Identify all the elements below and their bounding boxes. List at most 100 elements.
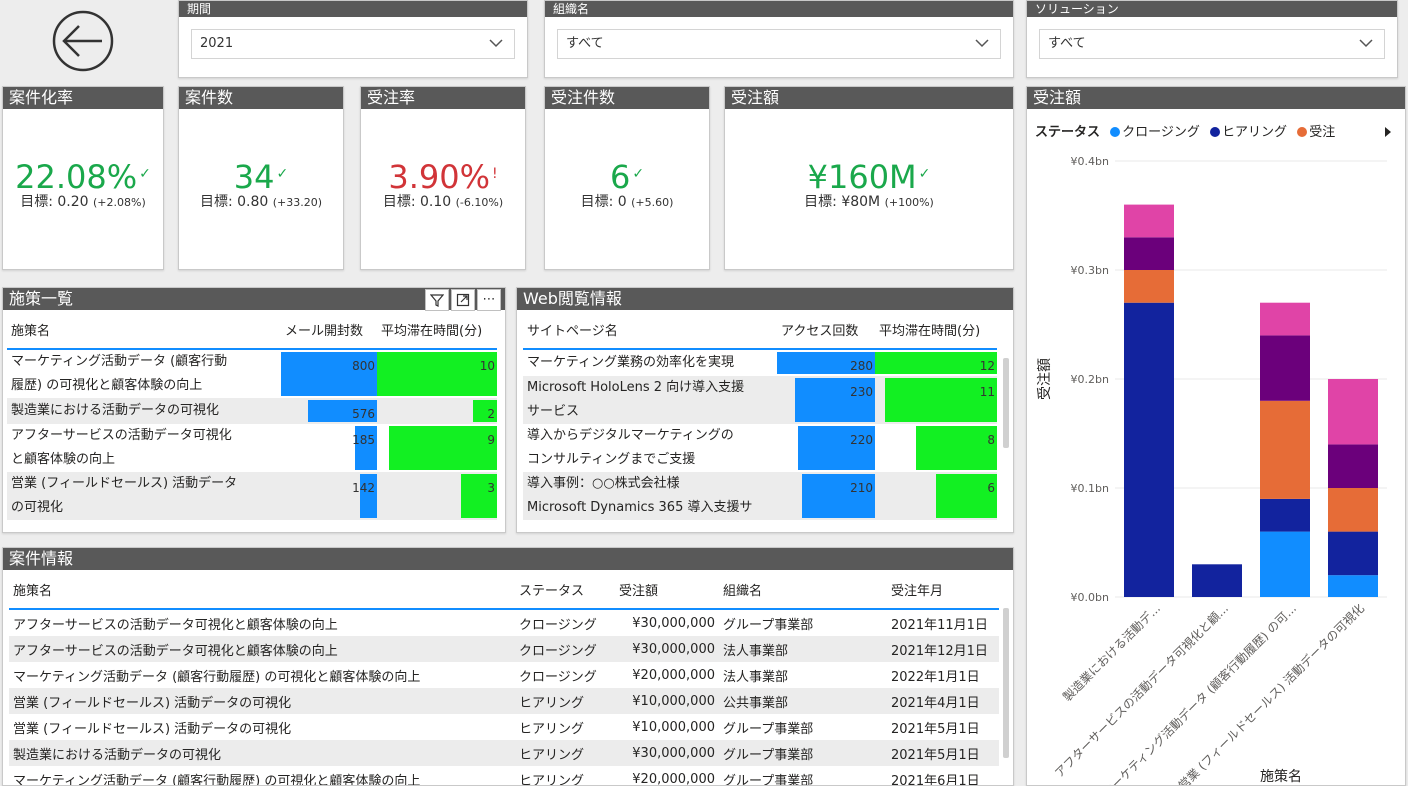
- deal-amount: ¥10,000,000: [632, 719, 715, 735]
- deal-org: グループ事業部: [723, 747, 814, 763]
- deal-measure-name: アフターサービスの活動データ可視化と顧客体験の向上: [13, 643, 338, 659]
- bar-segment: [1328, 488, 1378, 532]
- kpi-card-win-rate[interactable]: 受注率 3.90%! 目標: 0.10 (-6.10%): [360, 86, 526, 270]
- deal-order-date: 2021年5月1日: [891, 747, 980, 763]
- bar-segment: [1260, 400, 1310, 499]
- deal-org: グループ事業部: [723, 721, 814, 737]
- deal-measure-name: アフターサービスの活動データ可視化と顧客体験の向上: [13, 617, 338, 633]
- col-header-access-count[interactable]: アクセス回数: [777, 310, 875, 348]
- col-header-status[interactable]: ステータス: [515, 570, 615, 608]
- deal-org: 法人事業部: [723, 643, 789, 659]
- kpi-card-won-amount[interactable]: 受注額 ¥160M ✓ 目標: ¥80M (+100%): [724, 86, 1014, 270]
- web-table-scrollbar[interactable]: [1003, 358, 1009, 448]
- table-row[interactable]: 営業 (フィールドセールス) 活動データの可視化 ヒアリング ¥10,000,000…: [9, 714, 999, 740]
- table-row[interactable]: 導入事例：○○株式会社様 Microsoft Dynamics 365 導入支援サ…: [523, 472, 997, 520]
- period-value: 2021: [200, 36, 234, 51]
- kpi-title: 案件数: [179, 87, 343, 109]
- deals-table: 施策名 ステータス 受注額 組織名 受注年月 アフターサービスの活動データ可視化…: [9, 570, 999, 786]
- deals-title: 案件情報: [3, 548, 1013, 570]
- deals-table-scrollbar[interactable]: [1003, 608, 1009, 758]
- mail-opens-cell: 576: [281, 398, 377, 424]
- col-header-site-page[interactable]: サイトページ名: [523, 310, 777, 348]
- deal-order-date: 2021年4月1日: [891, 695, 980, 711]
- org-slicer-label: 組織名: [545, 1, 1013, 17]
- table-row[interactable]: マーケティング活動データ (顧客行動 履歴) の可視化と顧客体験の向上 800 1…: [7, 350, 497, 398]
- col-header-amount[interactable]: 受注額: [615, 570, 719, 608]
- avg-stay-cell: 6: [875, 472, 997, 520]
- period-dropdown[interactable]: 2021: [191, 29, 515, 59]
- table-row[interactable]: 営業 (フィールドセールス) 活動データの可視化 ヒアリング ¥10,000,000…: [9, 688, 999, 714]
- table-row[interactable]: アフターサービスの活動データ可視化と顧客体験の向上 クロージング ¥30,000,0…: [9, 610, 999, 636]
- y-tick-label: ¥0.3bn: [1071, 264, 1109, 277]
- org-dropdown[interactable]: すべて: [557, 29, 1001, 59]
- avg-stay-cell: 9: [377, 424, 497, 472]
- table-row[interactable]: マーケティング業務の効率化を実現 280 12: [523, 350, 997, 376]
- col-header-measure[interactable]: 施策名: [9, 570, 515, 608]
- bar-segment: [1124, 270, 1174, 303]
- table-row[interactable]: 導入からデジタルマーケティングの コンサルティングまでご支援 220 8: [523, 424, 997, 472]
- col-header-mail-opens[interactable]: メール開封数: [281, 310, 377, 348]
- solution-dropdown[interactable]: すべて: [1039, 29, 1385, 59]
- avg-stay-bar: [875, 352, 997, 374]
- access-count-cell: 210: [777, 472, 875, 520]
- deal-amount: ¥20,000,000: [632, 667, 715, 683]
- kpi-title: 受注件数: [545, 87, 709, 109]
- focus-mode-button[interactable]: [451, 289, 475, 311]
- mail-opens-cell: 185: [281, 424, 377, 472]
- deal-measure-name: マーケティング活動データ (顧客行動履歴) の可視化と顧客体験の向上: [13, 773, 421, 786]
- kpi-card-deal-count[interactable]: 案件数 34 ✓ 目標: 0.80 (+33.20): [178, 86, 344, 270]
- col-header-order-date[interactable]: 受注年月: [887, 570, 999, 608]
- avg-stay-cell: 11: [875, 376, 997, 424]
- col-header-org[interactable]: 組織名: [719, 570, 887, 608]
- deal-status: クロージング: [519, 669, 597, 685]
- org-value: すべて: [566, 36, 604, 51]
- table-row[interactable]: マーケティング活動データ (顧客行動履歴) の可視化と顧客体験の向上 クロージング…: [9, 662, 999, 688]
- legend-item-hearing[interactable]: ヒアリング: [1204, 125, 1287, 140]
- amount-chart-visual: 受注額 ステータス クロージング ヒアリング 受注 ¥0.0bn ¥0.1bn ¥0…: [1026, 86, 1406, 786]
- deal-amount: ¥30,000,000: [632, 745, 715, 761]
- filter-icon: [429, 294, 445, 307]
- expand-icon: [456, 293, 470, 307]
- deal-status: クロージング: [519, 617, 597, 633]
- web-table: サイトページ名 アクセス回数 平均滞在時間(分) マーケティング業務の効率化を実…: [523, 310, 997, 520]
- deal-measure-name: マーケティング活動データ (顧客行動履歴) の可視化と顧客体験の向上: [13, 669, 421, 685]
- deal-org: 公共事業部: [723, 695, 789, 711]
- deal-org: 法人事業部: [723, 669, 789, 685]
- deal-measure-name: 営業 (フィールドセールス) 活動データの可視化: [13, 695, 292, 711]
- deal-measure-name: 営業 (フィールドセールス) 活動データの可視化: [13, 721, 292, 737]
- deal-order-date: 2022年1月1日: [891, 669, 980, 685]
- kpi-value: 3.90%!: [388, 158, 498, 196]
- col-header-avg-stay[interactable]: 平均滞在時間(分): [875, 310, 997, 348]
- table-row[interactable]: アフターサービスの活動データ可視化と顧客体験の向上 クロージング ¥30,000,0…: [9, 636, 999, 662]
- table-row[interactable]: 営業 (フィールドセールス) 活動データ の可視化 142 3: [7, 472, 497, 520]
- kpi-target: 目標: 0.80 (+33.20): [199, 194, 323, 210]
- table-row[interactable]: Microsoft HoloLens 2 向け導入支援 サービス 230 11: [523, 376, 997, 424]
- legend-next-icon[interactable]: [1385, 127, 1391, 137]
- table-row[interactable]: マーケティング活動データ (顧客行動履歴) の可視化と顧客体験の向上 ヒアリング ¥…: [9, 766, 999, 786]
- deal-status: ヒアリング: [519, 721, 585, 737]
- col-header-measure[interactable]: 施策名: [7, 310, 281, 348]
- kpi-card-conversion-rate[interactable]: 案件化率 22.08% ✓ 目標: 0.20 (+2.08%): [2, 86, 164, 270]
- avg-stay-cell: 12: [875, 350, 997, 376]
- chevron-down-icon: [975, 39, 989, 48]
- web-table-visual: Web閲覧情報 サイトページ名 アクセス回数 平均滞在時間(分) マーケティング…: [516, 287, 1014, 533]
- more-options-button[interactable]: ⋯: [477, 289, 501, 311]
- mail-opens-cell: 800: [281, 350, 377, 398]
- legend-item-closing[interactable]: クロージング: [1104, 125, 1200, 140]
- col-header-avg-stay[interactable]: 平均滞在時間(分): [377, 310, 497, 348]
- kpi-card-won-count[interactable]: 受注件数 6 ✓ 目標: 0 (+5.60): [544, 86, 710, 270]
- check-icon: ✓: [918, 166, 931, 182]
- table-row[interactable]: 製造業における活動データの可視化 576 2: [7, 398, 497, 424]
- back-button[interactable]: [50, 8, 116, 74]
- back-arrow-icon: [52, 10, 114, 72]
- solution-value: すべて: [1048, 36, 1086, 51]
- legend-item-won[interactable]: 受注: [1291, 125, 1335, 140]
- filter-button[interactable]: [425, 289, 449, 311]
- table-row[interactable]: アフターサービスの活動データ可視化 と顧客体験の向上 185 9: [7, 424, 497, 472]
- kpi-target: 目標: 0 (+5.60): [580, 194, 674, 210]
- table-row[interactable]: 製造業における活動データの可視化 ヒアリング ¥30,000,000 グループ事業部 2…: [9, 740, 999, 766]
- bar-segment: [1328, 575, 1378, 597]
- kpi-target: 目標: 0.10 (-6.10%): [382, 194, 504, 210]
- avg-stay-cell: 10: [377, 350, 497, 398]
- bar-segment: [1328, 379, 1378, 445]
